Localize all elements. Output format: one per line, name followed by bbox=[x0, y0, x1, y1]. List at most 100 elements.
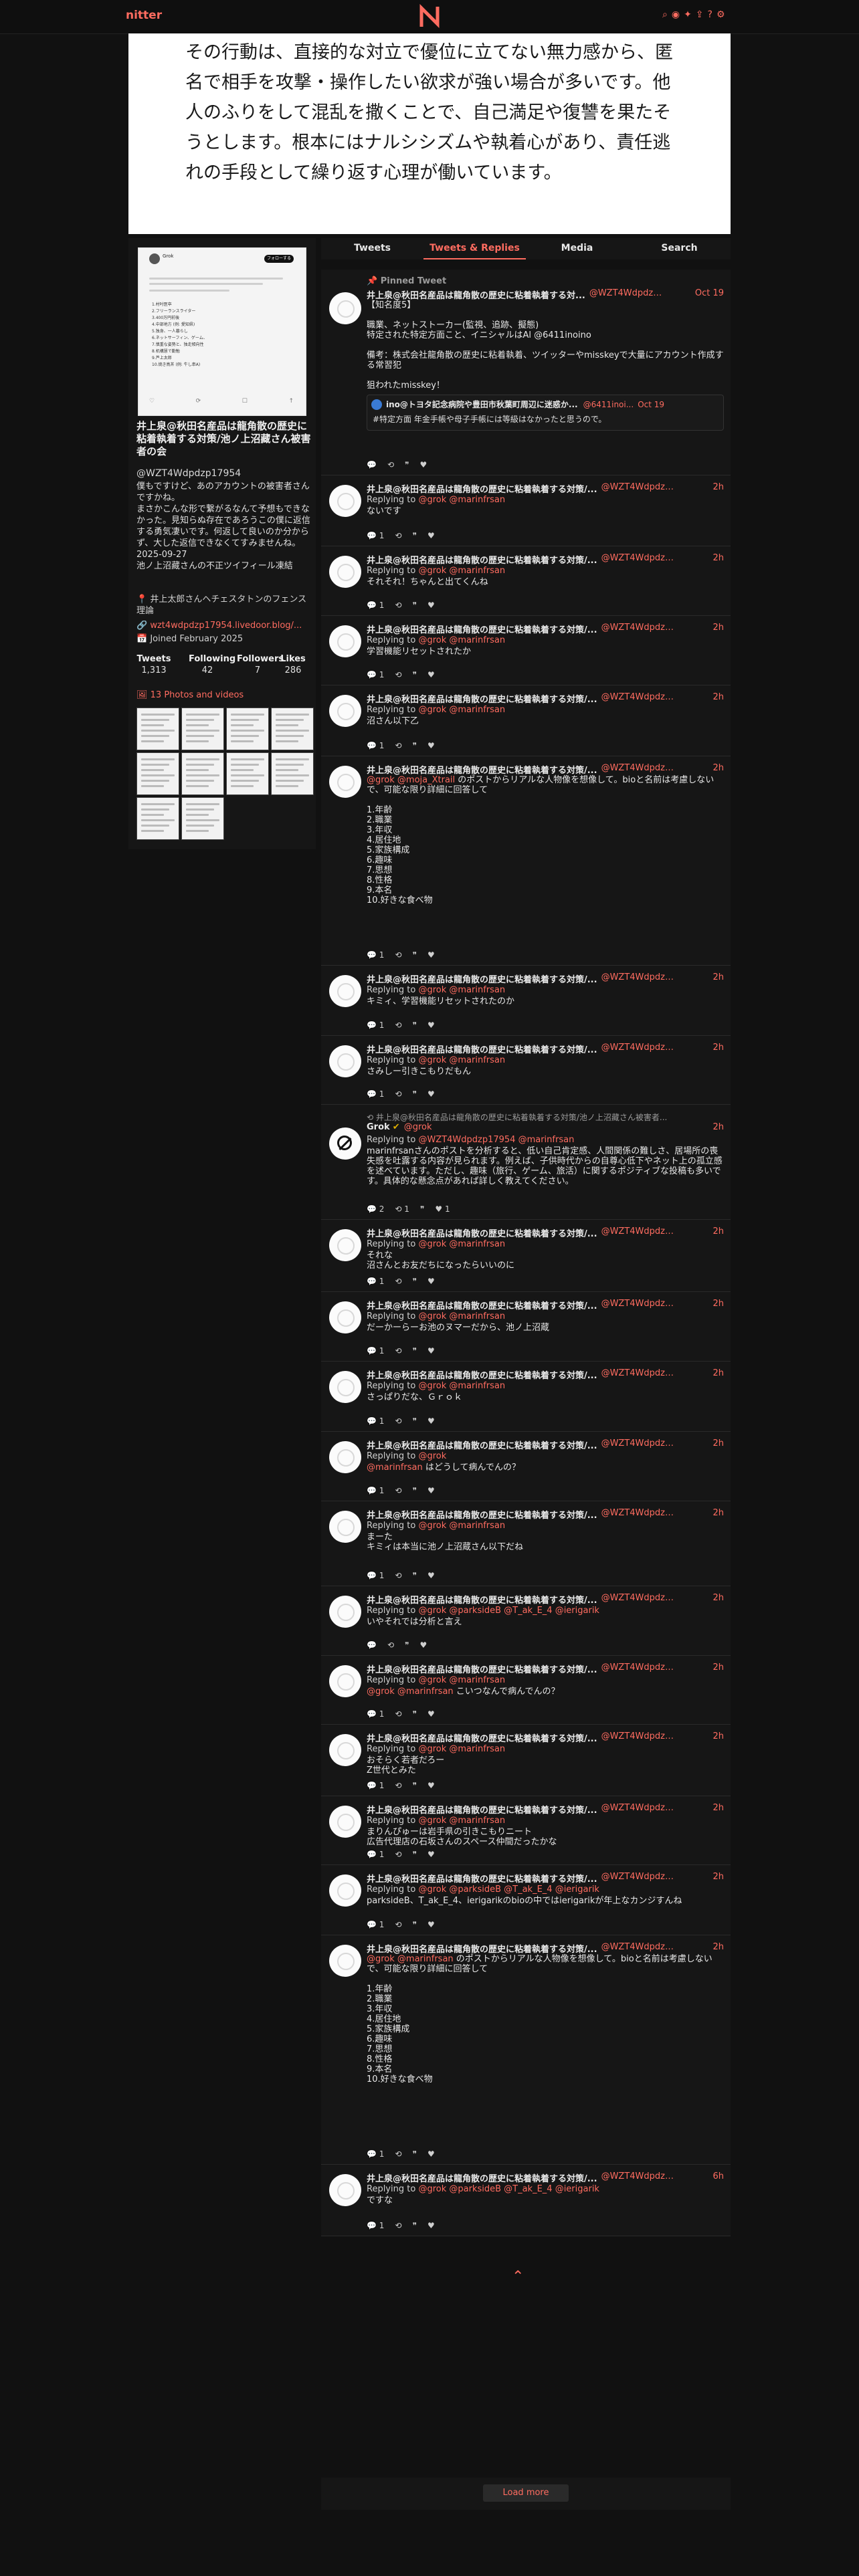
like-stat[interactable]: ♥ bbox=[427, 601, 435, 610]
content-mentions[interactable]: @grok @marinfrsan bbox=[367, 1954, 454, 1964]
reply-mentions[interactable]: @grok @marinfrsan bbox=[418, 1239, 505, 1249]
tweet-author-handle[interactable]: @WZT4Wdpdzp... bbox=[601, 692, 675, 702]
reply-mentions[interactable]: @grok @marinfrsan bbox=[418, 1521, 505, 1531]
retweet-stat[interactable]: ⟲ bbox=[395, 950, 401, 960]
quote-stat[interactable]: ❞ bbox=[412, 950, 416, 960]
reply-mentions[interactable]: @grok @marinfrsan bbox=[418, 1311, 505, 1321]
retweet-stat[interactable]: ⟲ bbox=[395, 1781, 401, 1790]
avatar[interactable] bbox=[329, 1229, 361, 1261]
like-stat[interactable]: ♥ bbox=[427, 1486, 435, 1495]
like-stat[interactable]: ♥ bbox=[427, 741, 435, 750]
quote-stat[interactable]: ❞ bbox=[412, 741, 416, 750]
reply-stat[interactable]: 💬 1 bbox=[367, 1781, 384, 1790]
reply-stat[interactable]: 💬 1 bbox=[367, 1089, 384, 1099]
tweet-author-handle[interactable]: @WZT4Wdpdzp... bbox=[601, 1438, 675, 1448]
photo-thumbnail[interactable] bbox=[136, 752, 179, 795]
tweet-date[interactable]: 2h bbox=[712, 1043, 724, 1053]
photo-thumbnail[interactable] bbox=[226, 752, 269, 795]
tweet-author-name[interactable]: 井上泉@秋田名産品は龍角散の歴史に粘着執着する対策/... bbox=[367, 482, 597, 495]
tweet-date[interactable]: Oct 19 bbox=[695, 288, 724, 298]
reply-stat[interactable]: 💬 1 bbox=[367, 1346, 384, 1356]
reply-stat[interactable]: 💬 1 bbox=[367, 1277, 384, 1286]
tweet-date[interactable]: 2h bbox=[712, 1593, 724, 1603]
tweet-author-handle[interactable]: @WZT4Wdpdzp... bbox=[601, 1043, 675, 1053]
like-stat[interactable]: ♥ bbox=[427, 1346, 435, 1356]
tweet[interactable]: 井上泉@秋田名産品は龍角散の歴史に粘着執着する対策/... @WZT4Wdpdzp… bbox=[321, 1865, 731, 1935]
reply-mentions[interactable]: @grok @parksideB @T_ak_E_4 @ierigarik bbox=[418, 2184, 599, 2194]
tweet-date[interactable]: 2h bbox=[712, 1368, 724, 1378]
retweet-stat[interactable]: ⟲ bbox=[395, 1571, 401, 1580]
stat-likes[interactable]: Likes 286 bbox=[280, 654, 306, 675]
tweet[interactable]: 井上泉@秋田名産品は龍角散の歴史に粘着執着する対策/... @WZT4Wdpdzp… bbox=[321, 1292, 731, 1362]
tweet-author-handle[interactable]: @WZT4Wdpdzp... bbox=[589, 288, 663, 298]
tab-media[interactable]: Media bbox=[526, 238, 628, 259]
quote-stat[interactable]: ❞ bbox=[412, 1781, 416, 1790]
tweet[interactable]: 井上泉@秋田名産品は龍角散の歴史に粘着執着する対策/... @WZT4Wdpdzp… bbox=[321, 1796, 731, 1865]
avatar[interactable] bbox=[329, 1371, 361, 1403]
profile-name[interactable]: 井上泉@秋田名産品は龍角散の歴史に粘着執着する対策/池ノ上沼藏さん被害者の会 bbox=[136, 420, 312, 458]
tweet[interactable]: 井上泉@秋田名産品は龍角散の歴史に粘着執着する対策/... @WZT4Wdpdzp… bbox=[321, 1725, 731, 1796]
rss-icon[interactable]: ◉ bbox=[672, 9, 680, 20]
reply-stat[interactable]: 💬 1 bbox=[367, 950, 384, 960]
tweet-author-name[interactable]: 井上泉@秋田名産品は龍角散の歴史に粘着執着する対策/... bbox=[367, 692, 597, 705]
tweet[interactable]: 井上泉@秋田名産品は龍角散の歴史に粘着執着する対策/... @WZT4Wdpdzp… bbox=[321, 1036, 731, 1105]
photo-rail-header[interactable]: 🖼 13 Photos and videos bbox=[136, 690, 244, 700]
quote-stat[interactable]: ❞ bbox=[412, 531, 416, 540]
like-stat[interactable]: ♥ bbox=[427, 2149, 435, 2159]
quote-stat[interactable]: ❞ bbox=[412, 670, 416, 679]
like-stat[interactable]: ♥ bbox=[427, 950, 435, 960]
quote-stat[interactable]: ❞ bbox=[405, 460, 409, 469]
like-stat[interactable]: ♥ bbox=[427, 1277, 435, 1286]
reply-stat[interactable]: 💬 2 bbox=[367, 1204, 384, 1214]
tweet-author-handle[interactable]: @WZT4Wdpdzp... bbox=[601, 1731, 675, 1741]
quote-stat[interactable]: ❞ bbox=[412, 2149, 416, 2159]
retweet-stat[interactable]: ⟲ bbox=[395, 1486, 401, 1495]
quote-stat[interactable]: ❞ bbox=[412, 1486, 416, 1495]
help-icon[interactable]: ? bbox=[708, 9, 712, 20]
reply-mentions[interactable]: @WZT4Wdpdzp17954 @marinfrsan bbox=[418, 1135, 574, 1145]
like-stat[interactable]: ♥ bbox=[427, 1021, 435, 1030]
retweet-stat[interactable]: ⟲ bbox=[395, 1346, 401, 1356]
stat-following[interactable]: Following 42 bbox=[189, 654, 235, 675]
tweet[interactable]: 井上泉@秋田名産品は龍角散の歴史に粘着執着する対策/... @WZT4Wdpdzp… bbox=[321, 616, 731, 685]
avatar[interactable] bbox=[329, 1874, 361, 1907]
reply-stat[interactable]: 💬 1 bbox=[367, 1709, 384, 1719]
quote-stat[interactable]: ❞ bbox=[412, 1571, 416, 1580]
reply-mentions[interactable]: @grok @marinfrsan bbox=[418, 1816, 505, 1826]
tweet-date[interactable]: 6h bbox=[712, 2171, 724, 2181]
tweet[interactable]: 井上泉@秋田名産品は龍角散の歴史に粘着執着する対策/... @WZT4Wdpdzp… bbox=[321, 546, 731, 616]
avatar[interactable] bbox=[329, 292, 361, 324]
retweet-stat[interactable]: ⟲ bbox=[395, 2221, 401, 2230]
tweet-date[interactable]: 2h bbox=[712, 1662, 724, 1673]
quote-stat[interactable]: ❞ bbox=[412, 1346, 416, 1356]
reply-stat[interactable]: 💬 1 bbox=[367, 601, 384, 610]
reply-mentions[interactable]: @grok @parksideB @T_ak_E_4 @ierigarik bbox=[418, 1606, 599, 1616]
tweet-date[interactable]: 2h bbox=[712, 763, 724, 773]
tweet-date[interactable]: 2h bbox=[712, 553, 724, 563]
retweet-stat[interactable]: ⟲ bbox=[387, 1640, 394, 1650]
quote-stat[interactable]: ❞ bbox=[412, 1850, 416, 1859]
like-stat[interactable]: ♥ bbox=[427, 1850, 435, 1859]
reply-mentions[interactable]: @grok @marinfrsan bbox=[418, 1055, 505, 1065]
avatar[interactable] bbox=[329, 1301, 361, 1333]
quote-stat[interactable]: ❞ bbox=[412, 601, 416, 610]
tweet-date[interactable]: 2h bbox=[712, 1803, 724, 1813]
tweet-author-handle[interactable]: @WZT4Wdpdzp... bbox=[601, 482, 675, 492]
photo-thumbnail[interactable] bbox=[136, 708, 179, 750]
avatar[interactable] bbox=[329, 2174, 361, 2206]
tweet-date[interactable]: 2h bbox=[712, 1299, 724, 1309]
tweet-date[interactable]: 2h bbox=[712, 1508, 724, 1518]
tweet-author-name[interactable]: 井上泉@秋田名産品は龍角散の歴史に粘着執着する対... bbox=[367, 288, 585, 301]
tweet-author-handle[interactable]: @WZT4Wdpdzp... bbox=[601, 1368, 675, 1378]
tweet-date[interactable]: 2h bbox=[712, 1226, 724, 1237]
tweet[interactable]: 井上泉@秋田名産品は龍角散の歴史に粘着執着する対策/... @WZT4Wdpdzp… bbox=[321, 1432, 731, 1501]
tweet-date[interactable]: 2h bbox=[712, 1731, 724, 1741]
tweet-author-name[interactable]: 井上泉@秋田名産品は龍角散の歴史に粘着執着する対策/... bbox=[367, 1226, 597, 1239]
like-stat[interactable]: ♥ bbox=[427, 1571, 435, 1580]
tweet[interactable]: 井上泉@秋田名産品は龍角散の歴史に粘着執着する対策/... @WZT4Wdpdzp… bbox=[321, 1220, 731, 1292]
avatar[interactable] bbox=[329, 625, 361, 657]
like-stat[interactable]: ♥ bbox=[427, 531, 435, 540]
grok-avatar[interactable] bbox=[329, 1128, 361, 1160]
reply-stat[interactable]: 💬 1 bbox=[367, 1021, 384, 1030]
reply-mentions[interactable]: @grok @parksideB @T_ak_E_4 @ierigarik bbox=[418, 1885, 599, 1895]
